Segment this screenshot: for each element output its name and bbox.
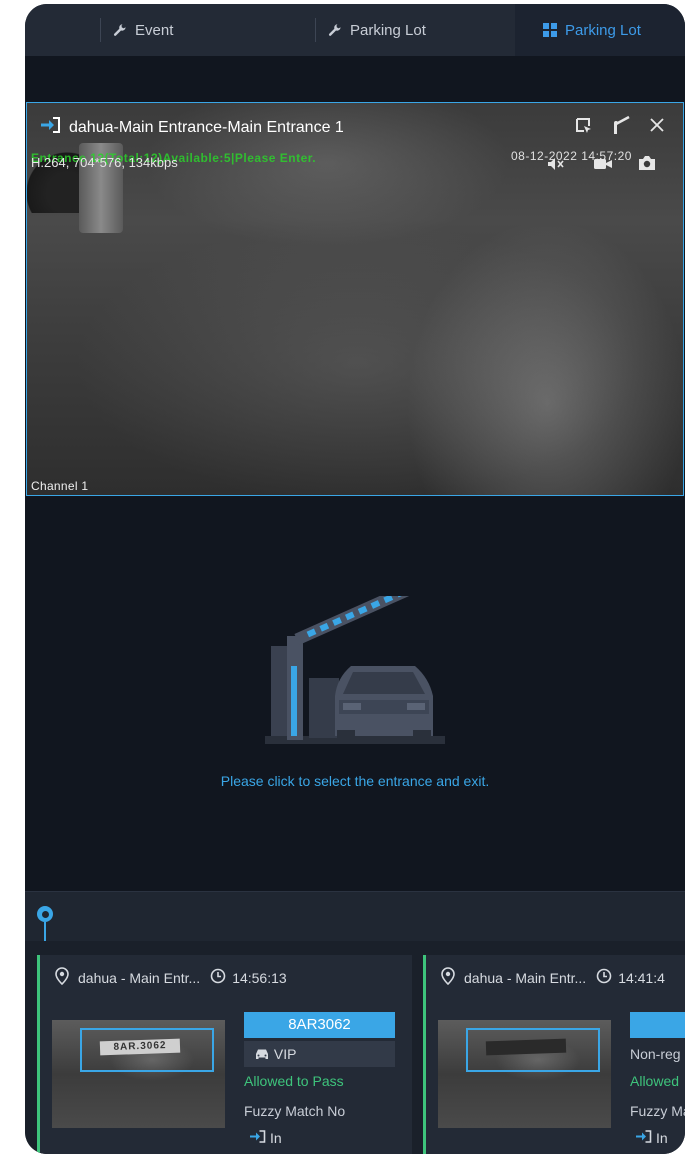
- entrance-icon: [636, 1130, 652, 1146]
- video-timestamp: 08-12-2022 14:57:20: [511, 149, 632, 163]
- entrance-icon: [41, 117, 61, 138]
- tab-parking-lot[interactable]: Parking Lot: [328, 4, 426, 56]
- pass-status: Allowed: [630, 1073, 680, 1089]
- fuzzy-match: Fuzzy Match No: [244, 1103, 346, 1119]
- tab-label: Event: [135, 21, 174, 39]
- direction-label: In: [656, 1130, 668, 1146]
- car-icon: [254, 1042, 270, 1068]
- entrance-exit-selector[interactable]: Please click to select the entrance and …: [25, 496, 685, 891]
- plate-number: 1A: [630, 1012, 685, 1038]
- tab-divider: [100, 18, 101, 42]
- plate-image-obscured: [485, 1038, 567, 1056]
- pass-status: Allowed to Pass: [244, 1073, 344, 1089]
- empty-state-message[interactable]: Please click to select the entrance and …: [25, 773, 685, 789]
- clock-icon: [210, 968, 226, 987]
- mute-icon[interactable]: [547, 157, 565, 176]
- tab-label: Parking Lot: [350, 21, 426, 39]
- tab-parking-lot-active[interactable]: Parking Lot: [543, 4, 641, 56]
- video-channel-label: Channel 1: [31, 479, 89, 493]
- clock-icon: [596, 968, 612, 987]
- record-location: dahua - Main Entr...: [78, 969, 201, 986]
- direction-label: In: [270, 1130, 282, 1146]
- record-card[interactable]: dahua - Main Entr... 14:41:4 1A Non-reg …: [423, 955, 685, 1154]
- plate-image-text: 8AR.3062: [99, 1038, 181, 1056]
- vehicle-type-label: VIP: [273, 1046, 297, 1062]
- video-title-text: dahua-Main Entrance-Main Entrance 1: [69, 118, 344, 136]
- record-header: dahua - Main Entr... 14:56:13: [54, 967, 287, 988]
- direction: In: [636, 1130, 668, 1146]
- record-location: dahua - Main Entr...: [464, 969, 587, 986]
- vehicle-type: VIP: [244, 1041, 395, 1067]
- barrier-control-icon[interactable]: [611, 115, 631, 140]
- plate-number: 8AR3062: [244, 1012, 395, 1038]
- tab-divider: [315, 18, 316, 42]
- record-icon[interactable]: [593, 157, 613, 176]
- pass-records: dahua - Main Entr... 14:56:13 8AR.3062 8…: [25, 941, 685, 1154]
- direction: In: [250, 1130, 282, 1146]
- parking-app: Event Parking Lot Parking Lot dahua-Main…: [25, 4, 685, 1154]
- record-header: dahua - Main Entr... 14:41:4: [440, 967, 665, 988]
- barrier-gate-illustration: [265, 572, 445, 751]
- timeline-bar: [25, 891, 685, 944]
- vehicle-type: Non-reg: [630, 1046, 681, 1062]
- snapshot-icon[interactable]: [638, 155, 656, 176]
- select-window-icon[interactable]: [575, 117, 593, 140]
- tab-label: Parking Lot: [565, 21, 641, 39]
- video-codec: H.264, 704*576, 134kbps: [31, 155, 178, 170]
- wrench-icon: [113, 23, 127, 37]
- wrench-icon: [328, 23, 342, 37]
- tab-event[interactable]: Event: [113, 4, 173, 56]
- entrance-icon: [250, 1130, 266, 1146]
- video-title: dahua-Main Entrance-Main Entrance 1: [41, 117, 344, 138]
- location-pin-icon[interactable]: [37, 906, 53, 922]
- close-icon[interactable]: [649, 117, 665, 138]
- location-icon: [440, 967, 456, 988]
- record-card[interactable]: dahua - Main Entr... 14:56:13 8AR.3062 8…: [37, 955, 412, 1154]
- plate-snapshot[interactable]: [438, 1020, 611, 1128]
- record-time: 14:41:4: [618, 969, 665, 986]
- tab-bar: Event Parking Lot Parking Lot: [25, 4, 685, 56]
- video-player[interactable]: dahua-Main Entrance-Main Entrance 1 Entr…: [26, 102, 684, 496]
- location-icon: [54, 967, 70, 988]
- record-time: 14:56:13: [232, 969, 287, 986]
- fuzzy-match: Fuzzy Ma: [630, 1103, 685, 1119]
- grid-icon: [543, 23, 557, 37]
- plate-snapshot[interactable]: 8AR.3062: [52, 1020, 225, 1128]
